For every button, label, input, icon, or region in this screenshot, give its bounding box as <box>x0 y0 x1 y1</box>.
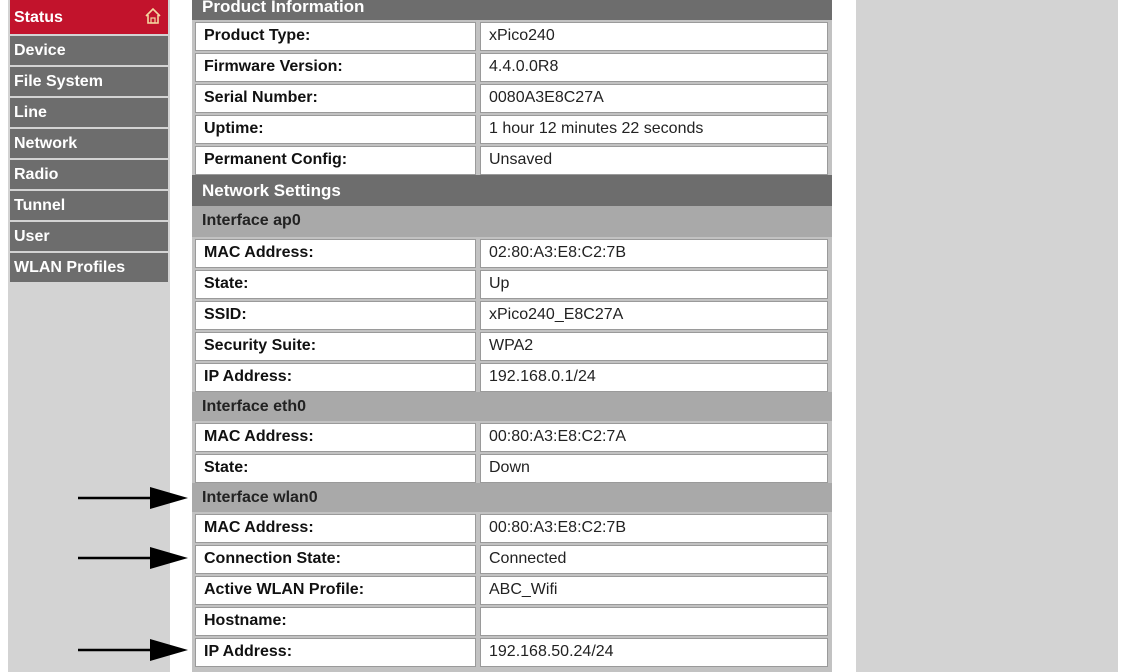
row-label: MAC Address: <box>195 423 476 452</box>
table-row: Security Suite: WPA2 <box>192 330 832 361</box>
sidebar: Status Device File System Line Network R… <box>8 0 170 672</box>
sidebar-item-label: User <box>14 228 50 245</box>
row-label: IP Address: <box>195 363 476 392</box>
row-value <box>480 607 828 636</box>
table-row: Serial Number: 0080A3E8C27A <box>192 82 832 113</box>
row-value: 1 hour 12 minutes 22 seconds <box>480 115 828 144</box>
home-icon[interactable] <box>144 7 162 25</box>
row-value: 00:80:A3:E8:C2:7A <box>480 423 828 452</box>
right-panel <box>856 0 1118 672</box>
row-value: Up <box>480 270 828 299</box>
row-value: 00:80:A3:E8:C2:7B <box>480 514 828 543</box>
sidebar-item-label: Radio <box>14 166 59 183</box>
row-label: Hostname: <box>195 607 476 636</box>
arrow-icon <box>78 639 188 661</box>
table-row: State: Up <box>192 268 832 299</box>
sidebar-item-radio[interactable]: Radio <box>10 160 168 189</box>
table-row: Uptime: 1 hour 12 minutes 22 seconds <box>192 113 832 144</box>
subsection-header-wlan0: Interface wlan0 <box>192 483 832 512</box>
sidebar-item-user[interactable]: User <box>10 222 168 251</box>
row-value: xPico240 <box>480 22 828 51</box>
row-label: Uptime: <box>195 115 476 144</box>
sidebar-item-label: Line <box>14 104 47 121</box>
row-label: Active WLAN Profile: <box>195 576 476 605</box>
table-row: Hostname: <box>192 605 832 636</box>
sidebar-item-device[interactable]: Device <box>10 36 168 65</box>
table-row: Active WLAN Profile: ABC_Wifi <box>192 574 832 605</box>
table-row: SSID: xPico240_E8C27A <box>192 299 832 330</box>
sidebar-item-label: Tunnel <box>14 197 66 214</box>
table-row: Connection State: Connected <box>192 543 832 574</box>
row-value: 02:80:A3:E8:C2:7B <box>480 239 828 268</box>
sidebar-item-line[interactable]: Line <box>10 98 168 127</box>
table-row: MAC Address: 00:80:A3:E8:C2:7B <box>192 512 832 543</box>
sidebar-item-wlan-profiles[interactable]: WLAN Profiles <box>10 253 168 282</box>
row-value: xPico240_E8C27A <box>480 301 828 330</box>
table-row: Product Type: xPico240 <box>192 20 832 51</box>
sidebar-item-label: Device <box>14 42 66 59</box>
table-row: IP Address: 192.168.0.1/24 <box>192 361 832 392</box>
row-value: WPA2 <box>480 332 828 361</box>
row-label: MAC Address: <box>195 514 476 543</box>
row-label: MAC Address: <box>195 239 476 268</box>
row-value: 0080A3E8C27A <box>480 84 828 113</box>
row-label: Security Suite: <box>195 332 476 361</box>
table-row-partial <box>192 667 832 672</box>
row-value: 192.168.0.1/24 <box>480 363 828 392</box>
row-label: Serial Number: <box>195 84 476 113</box>
row-value: 4.4.0.0R8 <box>480 53 828 82</box>
row-label: SSID: <box>195 301 476 330</box>
row-value: ABC_Wifi <box>480 576 828 605</box>
row-value: Down <box>480 454 828 483</box>
row-label: Firmware Version: <box>195 53 476 82</box>
row-value: Connected <box>480 545 828 574</box>
row-value: Unsaved <box>480 146 828 175</box>
subsection-header-ap0: Interface ap0 <box>192 206 832 237</box>
table-row: Permanent Config: Unsaved <box>192 144 832 175</box>
row-label: Permanent Config: <box>195 146 476 175</box>
row-value: 192.168.50.24/24 <box>480 638 828 667</box>
sidebar-item-status[interactable]: Status <box>10 0 168 34</box>
sidebar-item-label: Status <box>14 9 63 26</box>
row-label: IP Address: <box>195 638 476 667</box>
row-label: State: <box>195 454 476 483</box>
row-label: Connection State: <box>195 545 476 574</box>
table-row: State: Down <box>192 452 832 483</box>
arrow-icon <box>78 547 188 569</box>
table-row: IP Address: 192.168.50.24/24 <box>192 636 832 667</box>
table-row: MAC Address: 00:80:A3:E8:C2:7A <box>192 421 832 452</box>
arrow-icon <box>78 487 188 509</box>
sidebar-item-tunnel[interactable]: Tunnel <box>10 191 168 220</box>
sidebar-item-label: WLAN Profiles <box>14 259 126 276</box>
section-header-network-settings: Network Settings <box>192 175 832 206</box>
row-label: Product Type: <box>195 22 476 51</box>
sidebar-item-network[interactable]: Network <box>10 129 168 158</box>
subsection-header-eth0: Interface eth0 <box>192 392 832 421</box>
table-row: MAC Address: 02:80:A3:E8:C2:7B <box>192 237 832 268</box>
sidebar-item-label: File System <box>14 73 103 90</box>
sidebar-item-file-system[interactable]: File System <box>10 67 168 96</box>
table-row: Firmware Version: 4.4.0.0R8 <box>192 51 832 82</box>
row-label: State: <box>195 270 476 299</box>
sidebar-nav: Status Device File System Line Network R… <box>10 0 168 284</box>
sidebar-item-label: Network <box>14 135 78 152</box>
status-table: Product Information Product Type: xPico2… <box>192 0 832 672</box>
section-header-product-information: Product Information <box>192 0 832 20</box>
